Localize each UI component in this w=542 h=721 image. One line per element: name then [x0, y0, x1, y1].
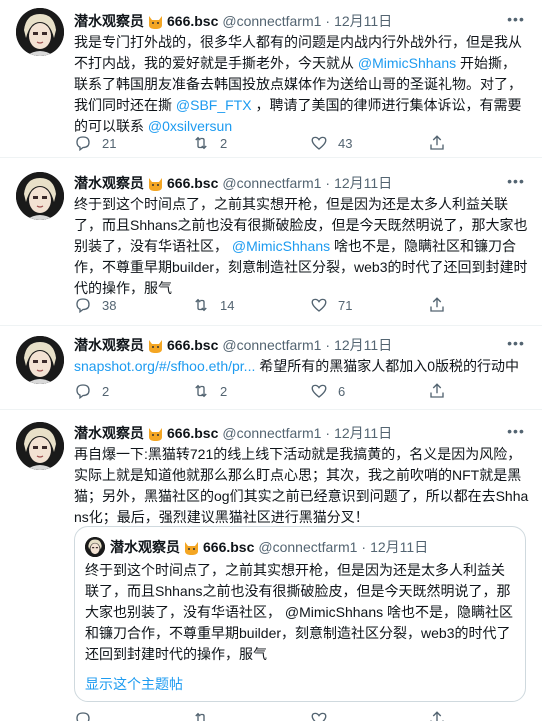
display-name[interactable]: 潜水观察员 — [74, 174, 144, 192]
retweet-button[interactable]: 2 — [192, 134, 227, 152]
quote-name-tag: 666.bsc — [203, 539, 255, 555]
share-icon — [430, 297, 444, 312]
quote-display-name: 潜水观察员 — [110, 539, 180, 555]
mention-link[interactable]: @SBF_FTX — [176, 97, 252, 113]
separator-dot: · — [325, 13, 331, 29]
reply-button[interactable]: 2 — [74, 382, 109, 400]
more-icon[interactable]: ••• — [506, 12, 526, 30]
avatar[interactable] — [16, 336, 64, 384]
avatar[interactable] — [16, 8, 64, 56]
retweet-icon — [195, 712, 205, 721]
reply-icon — [76, 136, 90, 152]
share-button[interactable] — [428, 134, 456, 152]
tweet-text: 终于到这个时间点了，之前其实想开枪，但是因为还是太多人利益关联了，而且Shhan… — [74, 196, 528, 296]
retweet-count: 2 — [220, 135, 228, 151]
handle[interactable]: @connectfarm1 — [222, 336, 321, 354]
share-icon — [430, 711, 444, 721]
mention-link[interactable]: @MimicShhans — [358, 55, 456, 71]
separator-dot: · — [325, 175, 331, 191]
handle[interactable]: @connectfarm1 — [222, 424, 321, 442]
separator-dot: · — [361, 539, 367, 555]
like-button[interactable]: 6 — [310, 382, 345, 400]
tweet-text: snapshot.org/#/sfhoo.eth/pr... 希望所有的黑猫家人… — [74, 358, 520, 374]
separator-dot: · — [325, 425, 331, 441]
share-button[interactable] — [428, 382, 456, 400]
tweet-3[interactable]: 潜水观察员 666.bsc @connectfarm1 · 12月11日 •••… — [0, 326, 542, 410]
cat-emoji-icon — [147, 339, 164, 354]
heart-icon — [311, 712, 327, 721]
name-tag: 666.bsc — [167, 337, 219, 353]
share-button[interactable] — [428, 710, 456, 721]
timestamp[interactable]: 12月11日 — [334, 424, 392, 442]
display-name[interactable]: 潜水观察员 — [74, 424, 144, 442]
cat-emoji-icon — [147, 427, 164, 442]
reply-count: 21 — [102, 135, 117, 151]
quoted-tweet[interactable]: 潜水观察员 666.bsc @connectfarm1 · 12月11日 终于到… — [74, 526, 526, 702]
tweet-4[interactable]: 潜水观察员 666.bsc @connectfarm1 · 12月11日 •••… — [0, 410, 542, 721]
retweet-icon — [195, 384, 207, 398]
display-name[interactable]: 潜水观察员 — [74, 336, 144, 354]
quote-avatar — [85, 537, 105, 557]
retweet-button[interactable] — [192, 710, 220, 721]
timestamp[interactable]: 12月11日 — [334, 12, 392, 30]
handle[interactable]: @connectfarm1 — [222, 12, 321, 30]
separator-dot: · — [325, 337, 331, 353]
name-tag: 666.bsc — [167, 425, 219, 441]
like-count: 71 — [338, 297, 353, 313]
handle[interactable]: @connectfarm1 — [222, 174, 321, 192]
reply-count: 2 — [102, 383, 110, 399]
like-button[interactable] — [310, 710, 338, 721]
like-count: 43 — [338, 135, 353, 151]
like-count: 6 — [338, 383, 346, 399]
retweet-icon — [195, 298, 207, 312]
retweet-button[interactable]: 2 — [192, 382, 227, 400]
tweet-1[interactable]: 潜水观察员 666.bsc @connectfarm1 · 12月11日 •••… — [0, 0, 542, 158]
avatar[interactable] — [16, 422, 64, 470]
more-icon[interactable]: ••• — [506, 336, 526, 354]
like-button[interactable]: 71 — [310, 296, 352, 314]
cat-emoji-icon — [147, 15, 164, 30]
tweet-text: 我是专门打外战的，很多华人都有的问题是内战内行外战外行，但是我从不打内战，我的爱… — [74, 34, 522, 134]
reply-icon — [76, 298, 90, 314]
name-tag: 666.bsc — [167, 175, 219, 191]
tweet-2[interactable]: 潜水观察员 666.bsc @connectfarm1 · 12月11日 •••… — [0, 158, 542, 326]
avatar[interactable] — [16, 172, 64, 220]
quote-handle: @connectfarm1 — [258, 539, 358, 555]
retweet-icon — [195, 136, 207, 150]
cat-emoji-icon — [183, 541, 200, 556]
reply-button[interactable]: 38 — [74, 296, 116, 314]
tweet-text: 再自爆一下:黑猫转721的线上线下活动就是我搞黄的，名义是因为风险，实际上就是知… — [74, 446, 529, 525]
retweet-count: 2 — [220, 383, 228, 399]
timestamp[interactable]: 12月11日 — [334, 336, 392, 354]
heart-icon — [311, 298, 327, 312]
more-icon[interactable]: ••• — [506, 424, 526, 442]
reply-icon — [76, 384, 90, 400]
heart-icon — [311, 136, 327, 150]
share-icon — [430, 383, 444, 398]
reply-count: 38 — [102, 297, 117, 313]
retweet-button[interactable]: 14 — [192, 296, 234, 314]
snapshot-link[interactable]: snapshot.org/#/sfhoo.eth/pr... — [74, 358, 255, 374]
timestamp[interactable]: 12月11日 — [334, 174, 392, 192]
name-tag: 666.bsc — [167, 13, 219, 29]
reply-button[interactable]: 21 — [74, 134, 116, 152]
mention-link[interactable]: @MimicShhans — [232, 238, 330, 254]
mention-link[interactable]: @0xsilversun — [148, 118, 232, 134]
quote-text: 终于到这个时间点了，之前其实想开枪，但是因为还是太多人利益关联了，而且Shhan… — [85, 562, 514, 662]
more-icon[interactable]: ••• — [506, 174, 526, 192]
retweet-count: 14 — [220, 297, 235, 313]
like-button[interactable]: 43 — [310, 134, 352, 152]
reply-icon — [76, 712, 90, 721]
display-name[interactable]: 潜水观察员 — [74, 12, 144, 30]
cat-emoji-icon — [147, 177, 164, 192]
show-thread-link[interactable]: 显示这个主题帖 — [85, 674, 183, 694]
share-icon — [430, 135, 444, 150]
share-button[interactable] — [428, 296, 456, 314]
reply-button[interactable] — [74, 710, 102, 721]
quote-timestamp: 12月11日 — [370, 539, 429, 555]
heart-icon — [311, 384, 327, 398]
